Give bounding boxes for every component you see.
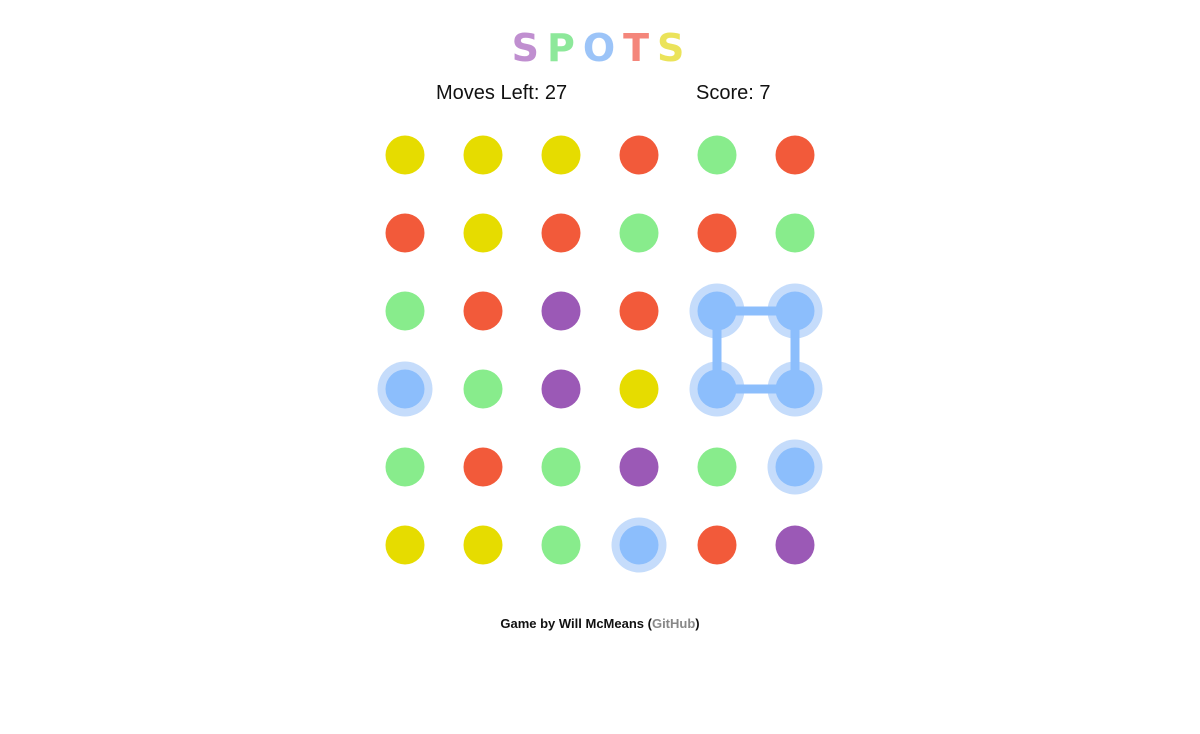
dot-blue[interactable] bbox=[775, 369, 815, 409]
moves-left-counter: Moves Left: 27 bbox=[436, 82, 568, 104]
game-board[interactable] bbox=[366, 116, 834, 584]
dot-red[interactable] bbox=[775, 135, 815, 175]
dot-green[interactable] bbox=[697, 447, 737, 487]
dot-blue[interactable] bbox=[697, 369, 737, 409]
dot-green[interactable] bbox=[541, 447, 581, 487]
footer-credit-text: Game by Will McMeans ( bbox=[500, 616, 652, 631]
dot-purple[interactable] bbox=[541, 369, 581, 409]
dot-red[interactable] bbox=[697, 213, 737, 253]
dot-red[interactable] bbox=[697, 525, 737, 565]
dot-purple[interactable] bbox=[775, 525, 815, 565]
dot-blue[interactable] bbox=[619, 525, 659, 565]
footer-credit-suffix: ) bbox=[695, 616, 700, 631]
dot-yellow[interactable] bbox=[385, 135, 425, 175]
dot-green[interactable] bbox=[385, 291, 425, 331]
dot-green[interactable] bbox=[463, 369, 503, 409]
game-title: SPOTS bbox=[0, 26, 1200, 70]
dot-green[interactable] bbox=[775, 213, 815, 253]
github-link[interactable]: GitHub bbox=[652, 616, 695, 631]
dot-blue[interactable] bbox=[775, 447, 815, 487]
dot-red[interactable] bbox=[541, 213, 581, 253]
dot-green[interactable] bbox=[697, 135, 737, 175]
dot-yellow[interactable] bbox=[619, 369, 659, 409]
dot-red[interactable] bbox=[385, 213, 425, 253]
dot-green[interactable] bbox=[619, 213, 659, 253]
dot-blue[interactable] bbox=[385, 369, 425, 409]
dot-purple[interactable] bbox=[541, 291, 581, 331]
dot-blue[interactable] bbox=[697, 291, 737, 331]
dot-yellow[interactable] bbox=[463, 135, 503, 175]
title-letter: O bbox=[582, 26, 620, 70]
footer-credit: Game by Will McMeans (GitHub) bbox=[0, 615, 1200, 633]
game-page: SPOTS Moves Left: 27 Score: 7 Game by Wi… bbox=[0, 0, 1200, 734]
title-letter: T bbox=[623, 26, 654, 70]
dot-blue[interactable] bbox=[775, 291, 815, 331]
title-letter: S bbox=[511, 26, 543, 70]
dot-yellow[interactable] bbox=[463, 213, 503, 253]
dot-red[interactable] bbox=[463, 447, 503, 487]
dot-yellow[interactable] bbox=[385, 525, 425, 565]
title-letter: P bbox=[546, 26, 579, 70]
dot-red[interactable] bbox=[619, 135, 659, 175]
title-letter: S bbox=[657, 26, 689, 70]
dot-yellow[interactable] bbox=[463, 525, 503, 565]
dot-red[interactable] bbox=[619, 291, 659, 331]
score-counter: Score: 7 bbox=[696, 82, 771, 104]
dot-purple[interactable] bbox=[619, 447, 659, 487]
dot-green[interactable] bbox=[385, 447, 425, 487]
dot-red[interactable] bbox=[463, 291, 503, 331]
dot-green[interactable] bbox=[541, 525, 581, 565]
dot-yellow[interactable] bbox=[541, 135, 581, 175]
board-canvas[interactable] bbox=[366, 116, 834, 584]
